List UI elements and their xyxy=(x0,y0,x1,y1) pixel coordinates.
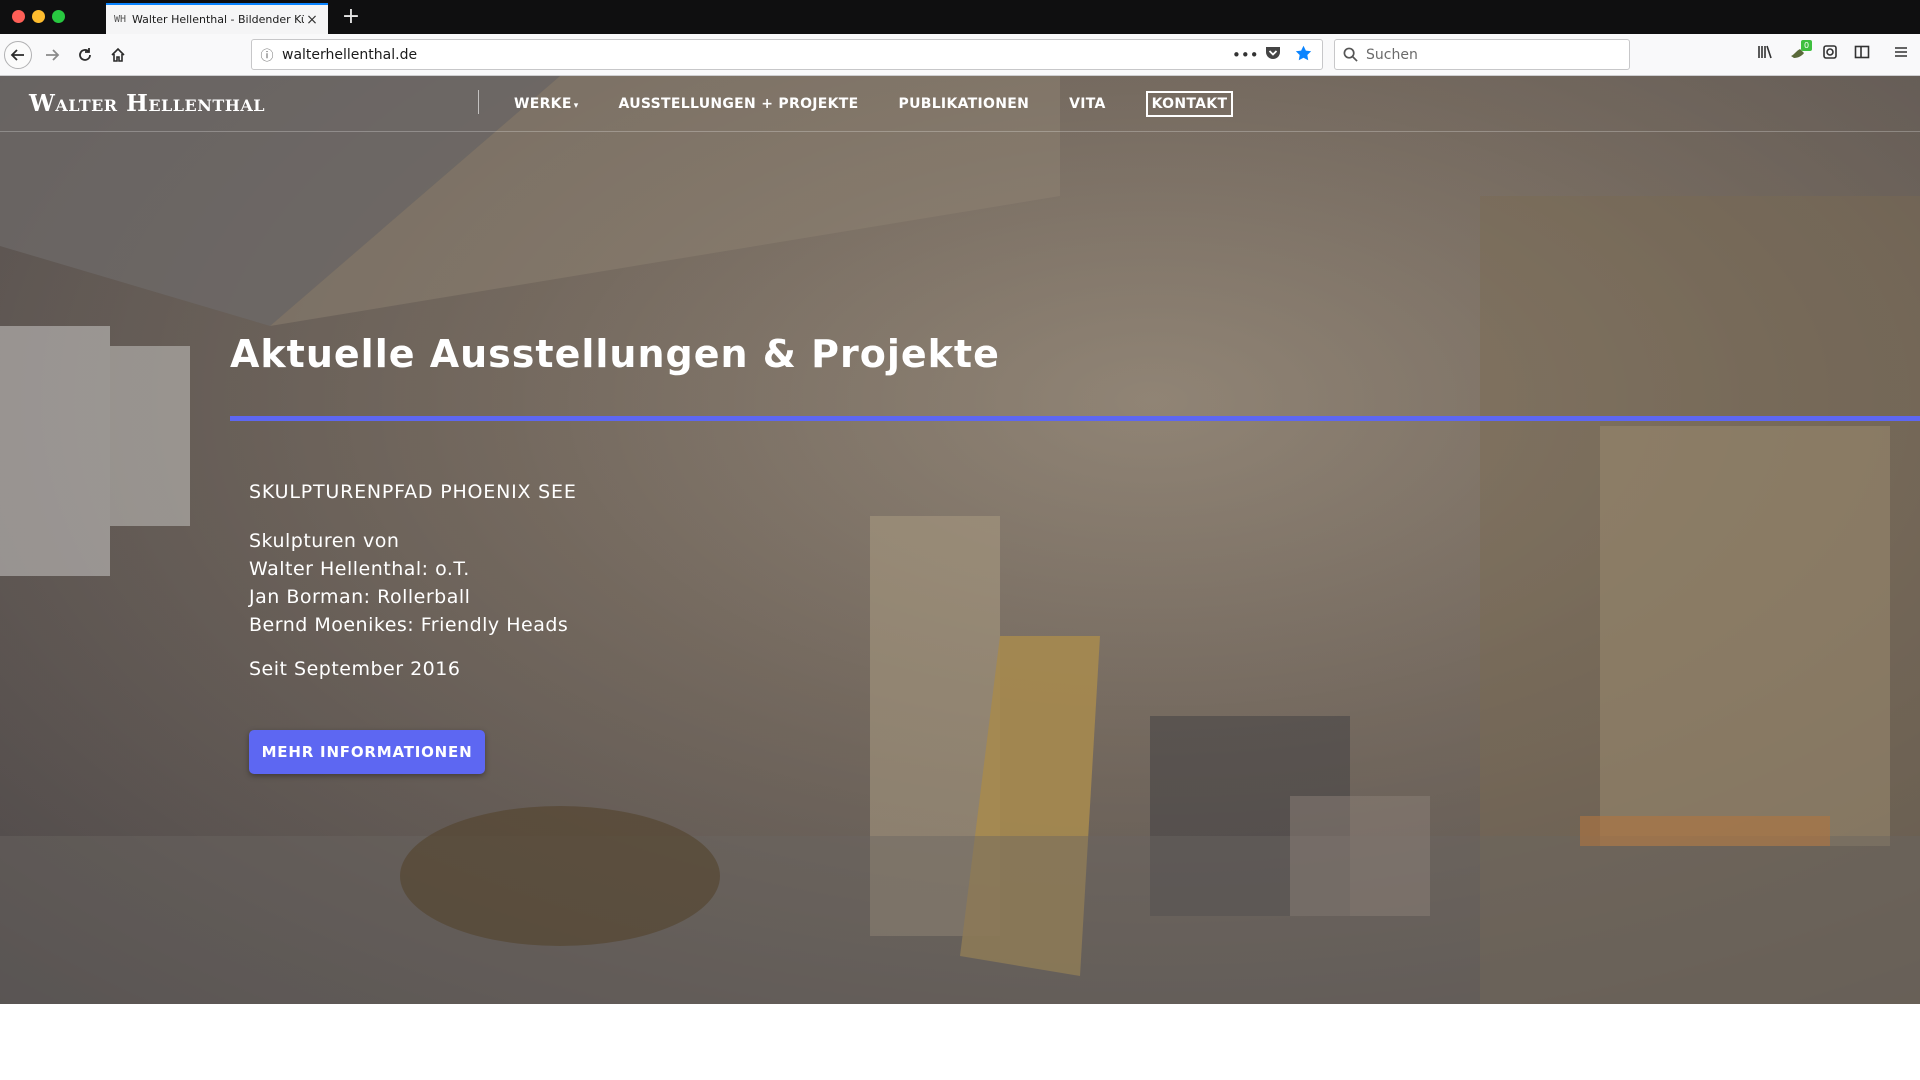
chevron-down-icon: ▾ xyxy=(573,101,579,111)
project-title: SKULPTURENPFAD PHOENIX SEE xyxy=(249,481,577,503)
sidebar-icon[interactable] xyxy=(1850,44,1874,66)
hero-section: Walter Hellenthal WERKE ▾ AUSSTELLUNGEN +… xyxy=(0,76,1920,1004)
web-page: Walter Hellenthal WERKE ▾ AUSSTELLUNGEN +… xyxy=(0,76,1920,1080)
hero-title: Aktuelle Ausstellungen & Projekte xyxy=(230,332,1000,376)
more-icon[interactable]: ••• xyxy=(1232,46,1259,64)
reload-button[interactable] xyxy=(71,41,99,69)
home-button[interactable] xyxy=(104,41,132,69)
site-header: Walter Hellenthal WERKE ▾ AUSSTELLUNGEN +… xyxy=(0,76,1920,132)
project-date: Seit September 2016 xyxy=(249,658,461,680)
home-icon xyxy=(111,47,125,62)
zoom-window-button[interactable] xyxy=(52,10,65,23)
project-description: Skulpturen von Walter Hellenthal: o.T. J… xyxy=(249,527,568,639)
nav-item-kontakt[interactable]: KONTAKT xyxy=(1145,91,1234,117)
tab-close-icon[interactable]: × xyxy=(304,12,320,28)
project-line: Jan Borman: Rollerball xyxy=(249,586,471,608)
project-line: Bernd Moenikes: Friendly Heads xyxy=(249,614,569,636)
browser-tab-active[interactable]: WH Walter Hellenthal - Bildender Kü × xyxy=(106,3,328,34)
site-info-icon[interactable]: ⓘ xyxy=(252,45,282,64)
arrow-right-icon xyxy=(46,49,60,61)
site-logo[interactable]: Walter Hellenthal xyxy=(29,90,265,117)
url-text[interactable]: walterhellenthal.de xyxy=(282,47,1232,63)
browser-toolbar: ⓘ walterhellenthal.de ••• Suchen 0 xyxy=(0,34,1920,76)
menu-icon[interactable] xyxy=(1889,44,1913,66)
tab-title: Walter Hellenthal - Bildender Kü xyxy=(132,13,304,26)
arrow-left-icon xyxy=(10,49,24,61)
search-placeholder: Suchen xyxy=(1366,46,1418,63)
forward-button[interactable] xyxy=(38,41,66,69)
nav-item-ausstellungen-projekte[interactable]: AUSSTELLUNGEN + PROJEKTE xyxy=(619,96,859,112)
project-line: Skulpturen von xyxy=(249,530,400,552)
nav-item-vita[interactable]: VITA xyxy=(1069,96,1106,112)
back-button[interactable] xyxy=(4,41,32,69)
accent-divider xyxy=(230,416,1920,421)
site-navigation: WERKE ▾ AUSSTELLUNGEN + PROJEKTE PUBLIKAT… xyxy=(514,91,1234,117)
browser-tab-strip: WH Walter Hellenthal - Bildender Kü × + xyxy=(0,0,1920,34)
library-icon[interactable] xyxy=(1753,44,1777,66)
minimize-window-button[interactable] xyxy=(32,10,45,23)
extension-icon[interactable]: 0 xyxy=(1786,40,1812,66)
close-window-button[interactable] xyxy=(12,10,25,23)
bookmark-star-icon[interactable] xyxy=(1292,45,1314,65)
address-bar[interactable]: ⓘ walterhellenthal.de ••• xyxy=(251,39,1323,70)
reload-icon xyxy=(79,48,91,61)
new-tab-button[interactable]: + xyxy=(340,3,362,31)
nav-divider xyxy=(478,90,479,114)
extension-badge: 0 xyxy=(1801,40,1812,51)
nav-item-werke[interactable]: WERKE ▾ xyxy=(514,96,579,112)
nav-item-publikationen[interactable]: PUBLIKATIONEN xyxy=(899,96,1030,112)
more-information-button[interactable]: MEHR INFORMATIONEN xyxy=(249,730,485,774)
search-input[interactable]: Suchen xyxy=(1334,39,1630,70)
pocket-icon[interactable] xyxy=(1262,46,1284,64)
screenshot-icon[interactable] xyxy=(1818,44,1842,66)
project-line: Walter Hellenthal: o.T. xyxy=(249,558,470,580)
search-icon xyxy=(1343,47,1358,62)
site-favicon-icon: WH xyxy=(114,14,127,25)
